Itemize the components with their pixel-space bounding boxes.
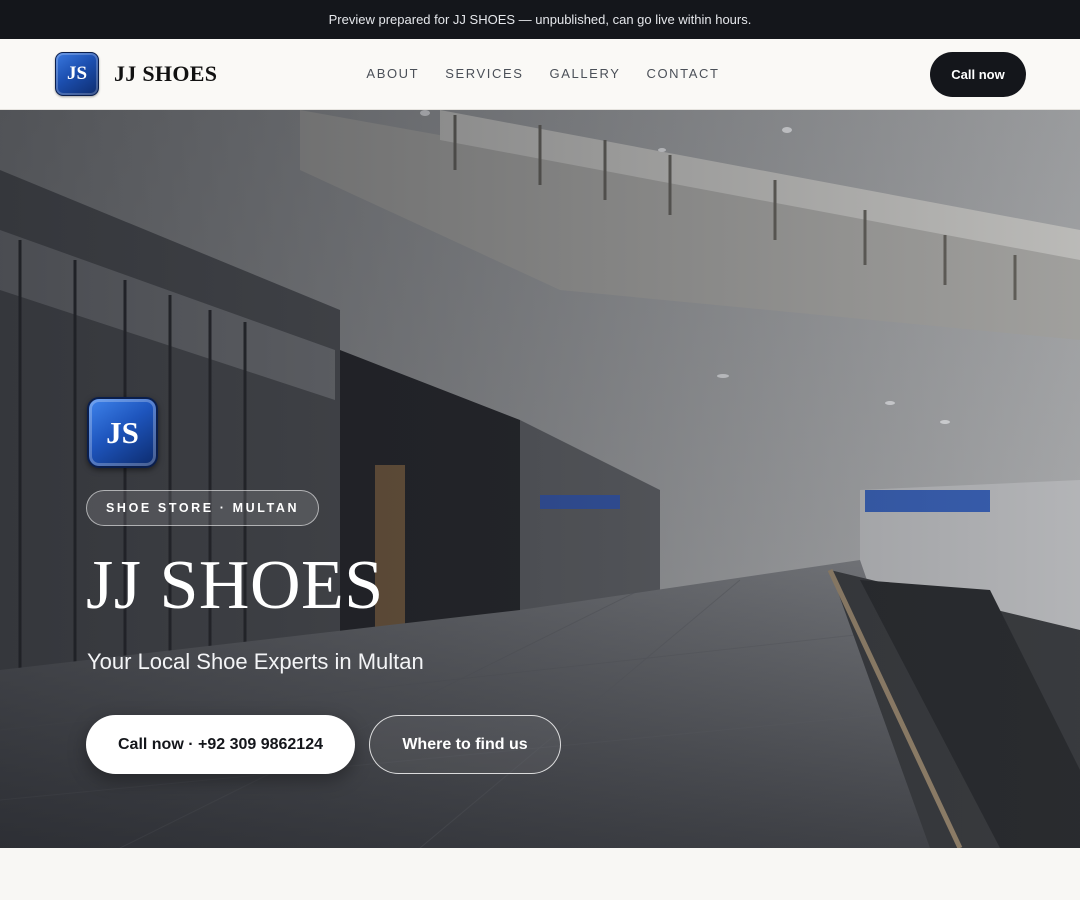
hero-section: JS SHOE STORE · MULTAN JJ SHOES Your Loc… bbox=[0, 110, 1080, 848]
nav-about[interactable]: ABOUT bbox=[366, 66, 419, 81]
hero-call-button[interactable]: Call now · +92 309 9862124 bbox=[86, 715, 355, 774]
hero-title: JJ SHOES bbox=[86, 547, 384, 624]
logo-badge-icon[interactable]: JS bbox=[55, 52, 99, 96]
logo-initials: JS bbox=[66, 63, 88, 84]
hero-category-tag: SHOE STORE · MULTAN bbox=[86, 490, 320, 526]
preview-banner-text: Preview prepared for JJ SHOES — unpublis… bbox=[328, 12, 752, 27]
nav-services[interactable]: SERVICES bbox=[445, 66, 523, 81]
hero-logo-initials: JS bbox=[106, 414, 139, 450]
site-header: JS JJ SHOES ABOUT SERVICES GALLERY CONTA… bbox=[0, 39, 1080, 110]
next-section bbox=[0, 848, 1080, 900]
nav-contact[interactable]: CONTACT bbox=[646, 66, 719, 81]
header-call-button[interactable]: Call now bbox=[930, 52, 1026, 97]
hero-location-button[interactable]: Where to find us bbox=[369, 715, 561, 774]
hero-logo-icon: JS bbox=[87, 397, 158, 468]
brand-name[interactable]: JJ SHOES bbox=[114, 61, 217, 87]
hero-subtitle: Your Local Shoe Experts in Multan bbox=[87, 649, 424, 674]
nav-gallery[interactable]: GALLERY bbox=[550, 66, 621, 81]
preview-banner: Preview prepared for JJ SHOES — unpublis… bbox=[0, 0, 1080, 39]
